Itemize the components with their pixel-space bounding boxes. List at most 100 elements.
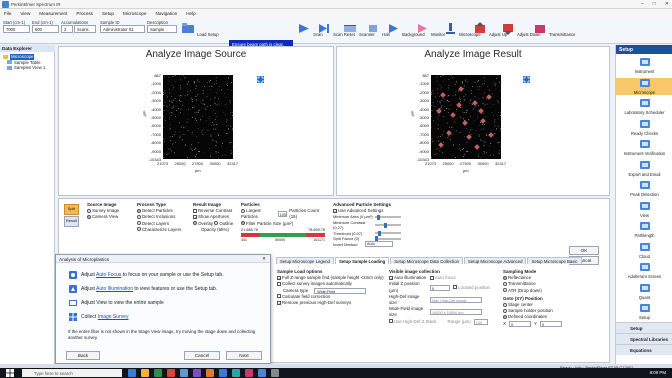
result-overlay-image[interactable] [431, 75, 502, 160]
tab-sample-loading[interactable]: Setup Sample Loading [334, 257, 390, 264]
sidebar-section-equations[interactable]: Equations [616, 344, 672, 355]
taskbar-app-icon[interactable] [206, 369, 214, 377]
start-input[interactable]: 7000 [3, 25, 30, 33]
accumulations-unit-select[interactable]: Scans [74, 25, 96, 33]
image-survey-link[interactable]: Image Survey [98, 314, 129, 320]
split-button[interactable]: Spilt [64, 204, 79, 215]
menu-view[interactable]: View [20, 11, 30, 16]
sidebar-item-instrument[interactable]: Instrument [616, 57, 672, 74]
slider-knob[interactable] [375, 236, 378, 242]
slider-knob[interactable] [378, 230, 381, 236]
menu-process[interactable]: Process [76, 11, 93, 16]
menu-file[interactable]: File [4, 11, 11, 16]
back-button[interactable]: Back [66, 351, 100, 360]
cancel-wizard-button[interactable]: Cancel [184, 351, 220, 360]
scanner-button[interactable]: Scanner [342, 22, 375, 37]
slider-knob[interactable] [384, 222, 387, 228]
camera-type-select[interactable]: Wide-Field [314, 287, 367, 294]
description-input[interactable]: Sample [147, 25, 177, 33]
tree-item-samples-view[interactable]: Samples View 1 [3, 65, 45, 71]
auto-focus-link[interactable]: Auto Focus [96, 272, 121, 278]
menu-navigation[interactable]: Navigation [156, 11, 178, 16]
taskbar-app-icon[interactable] [271, 369, 279, 377]
auto-focus-checkbox[interactable]: Auto focus [429, 275, 456, 280]
next-button[interactable]: Next [226, 351, 262, 360]
range-input[interactable]: 100 [473, 318, 488, 325]
load-setup-button[interactable]: Load Setup [180, 22, 219, 37]
radio-largest-particles[interactable]: Largest Particles [241, 208, 276, 220]
tab-basic[interactable]: Setup Microscope Basic [527, 257, 582, 264]
sidebar-section-spectral-libraries[interactable]: Spectral Libraries [616, 333, 672, 344]
particle-marker[interactable] [436, 108, 442, 114]
sidebar-item-quant[interactable]: Quant [616, 283, 672, 300]
particle-marker[interactable] [480, 118, 486, 124]
particle-marker[interactable] [486, 94, 492, 100]
sample-id-input[interactable]: Administrator 01 [100, 25, 145, 33]
radio-atr[interactable]: ATR (Drop down) [503, 288, 603, 294]
expand-icon[interactable] [257, 76, 264, 83]
remove-surveys-checkbox[interactable]: ✓Remove previous High-Def surveys [277, 300, 385, 306]
adjust-down-button[interactable]: Adjust Down [500, 22, 540, 37]
split-factor-slider[interactable] [375, 236, 401, 242]
scan-button[interactable]: Scan [296, 22, 323, 37]
tab-microscope-legend[interactable]: Setup Microscope Legend [276, 257, 334, 264]
sidebar-item-pathlength[interactable]: Pathlength [616, 221, 672, 238]
radio-outline[interactable]: Outline [214, 221, 233, 226]
menu-help[interactable]: Help [186, 11, 195, 16]
taskbar-search-input[interactable]: Type here to search [22, 369, 122, 377]
slider-knob[interactable] [377, 214, 380, 220]
expand-icon[interactable] [523, 76, 530, 83]
radio-characterize-layers[interactable]: Characterize Layers [137, 227, 181, 233]
microscope-button[interactable]: Microscope [442, 22, 481, 37]
y-input[interactable]: 0 [539, 320, 562, 327]
monitor-button[interactable]: Monitor [414, 22, 445, 37]
auto-illumination-checkbox[interactable]: ✓Auto illumination [389, 275, 426, 280]
accumulations-input[interactable]: 2 [61, 25, 73, 33]
menu-setup[interactable]: Setup [102, 11, 114, 16]
tab-data-collection[interactable]: Setup Microscope Data Collection [390, 257, 463, 264]
particle-marker[interactable] [450, 112, 456, 118]
sidebar-item-ready-checks[interactable]: Ready Checks [616, 119, 672, 136]
hd-size-select[interactable]: Max High-Def image [430, 297, 482, 304]
halt-button[interactable]: Halt [365, 22, 390, 37]
sidebar-item-setup[interactable]: Setup [616, 303, 672, 320]
particle-marker[interactable] [478, 108, 484, 114]
sidebar-item-export-and-email[interactable]: Export and Email [616, 160, 672, 177]
maximize-icon[interactable]: □ [653, 1, 656, 7]
sidebar-item-peak-detection[interactable]: Peak Detection [616, 180, 672, 197]
threshold-slider[interactable] [375, 230, 401, 236]
sidebar-item-cloud[interactable]: Cloud [616, 242, 672, 259]
sidebar-item-view[interactable]: View [616, 201, 672, 218]
sidebar-item-instrument-verification[interactable]: Instrument Verification [616, 139, 672, 156]
high-def-z-stack-checkbox[interactable]: Use High-Def Z Stack [389, 319, 436, 325]
radio-camera-view[interactable]: Camera View [87, 214, 119, 220]
taskbar-app-icon[interactable] [180, 369, 188, 377]
taskbar-app-icon[interactable] [167, 369, 175, 377]
end-input[interactable]: 600 [32, 25, 59, 33]
particle-marker[interactable] [446, 130, 452, 136]
sidebar-section-setup[interactable]: Setup [616, 322, 672, 333]
result-button[interactable]: Result [64, 216, 79, 227]
particle-marker[interactable] [456, 102, 462, 108]
taskbar-app-icon[interactable] [141, 369, 149, 377]
min-contrast-slider[interactable] [375, 222, 401, 228]
taskbar-app-icon[interactable] [128, 369, 136, 377]
menu-microscope[interactable]: Microscope [123, 11, 147, 16]
tab-advanced[interactable]: Setup Microscope Advanced [464, 257, 527, 264]
ok-button[interactable]: OK [569, 246, 599, 255]
located-position-checkbox[interactable]: Located position [453, 285, 490, 291]
source-camera-image[interactable] [163, 75, 234, 160]
adjust-up-button[interactable]: Adjust Up [472, 22, 507, 37]
x-input[interactable]: 0 [508, 320, 531, 327]
windows-start-icon[interactable] [6, 369, 14, 377]
taskbar-app-icon[interactable] [219, 369, 227, 377]
background-button[interactable]: Background [385, 22, 425, 37]
invert-method-select[interactable]: Auto [365, 241, 393, 248]
radio-overlay[interactable]: Overlay [193, 221, 213, 226]
auto-illumination-link[interactable]: Auto Illumination [96, 286, 133, 292]
particle-marker[interactable] [488, 132, 494, 138]
sidebar-item-microscope[interactable]: Microscope [616, 77, 672, 95]
transmittance-button[interactable]: Transmittance [532, 22, 575, 37]
scan-reset-button[interactable]: Scan Reset [316, 22, 355, 37]
menu-measurement[interactable]: Measurement [39, 11, 67, 16]
